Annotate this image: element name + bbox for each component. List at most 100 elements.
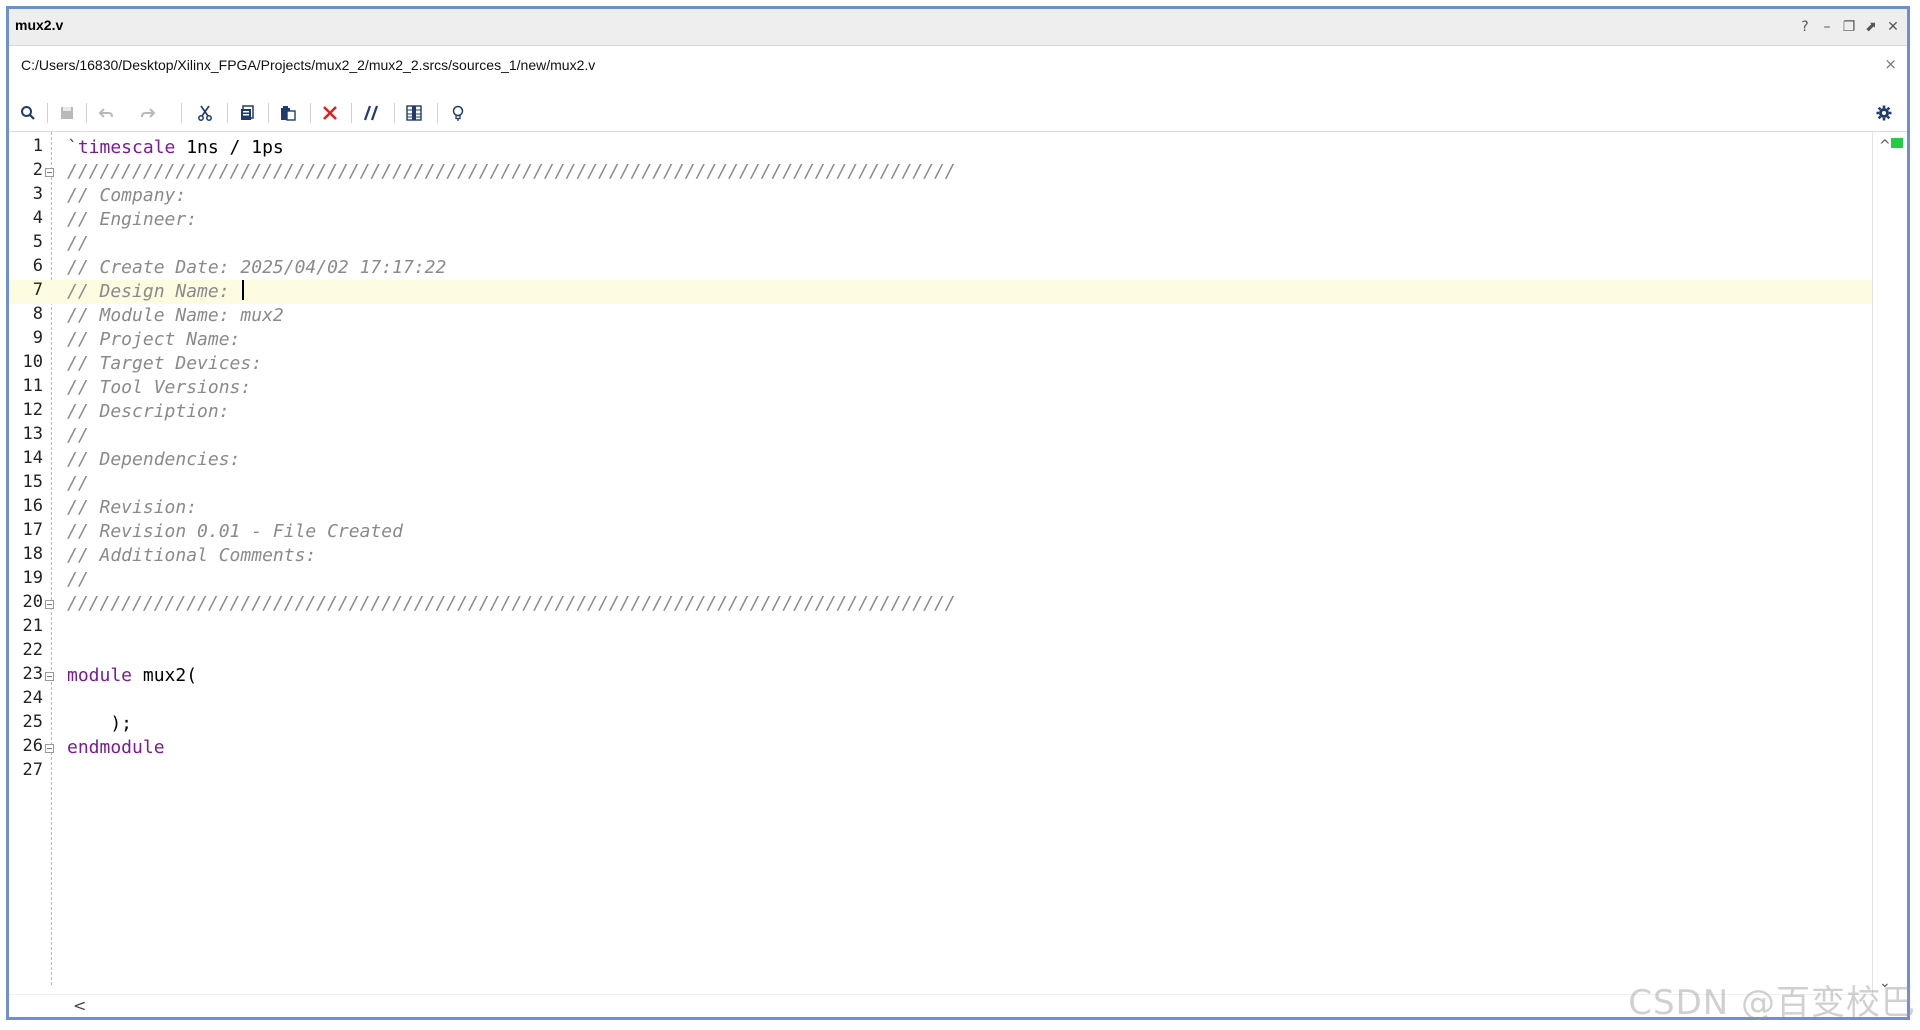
code-area[interactable]: 1 `timescale 1ns / 1ps 2//////////////////…	[9, 136, 1873, 784]
save-icon[interactable]	[52, 99, 82, 127]
help-icon[interactable]: ?	[1795, 17, 1815, 37]
code-line[interactable]: 14 // Dependencies:	[9, 448, 1873, 472]
code-line[interactable]: 25 );	[9, 712, 1873, 736]
cut-icon[interactable]	[190, 99, 220, 127]
line-number: 14	[22, 448, 43, 468]
code-line[interactable]: 7 // Design Name:	[9, 280, 1873, 304]
window-controls: ? – ❐ ⬈ ✕	[1795, 17, 1903, 37]
line-number: 15	[22, 472, 43, 492]
fold-toggle-icon[interactable]	[45, 600, 54, 609]
code-text: endmodule	[67, 737, 165, 758]
column-select-icon[interactable]	[399, 99, 429, 127]
code-line[interactable]: 5 //	[9, 232, 1873, 256]
code-text: ////////////////////////////////////////…	[67, 161, 956, 182]
watermark: CSDN @百变校巴	[1628, 983, 1916, 1023]
file-path-bar: C:/Users/16830/Desktop/Xilinx_FPGA/Proje…	[9, 46, 1907, 84]
code-text: // Tool Versions:	[67, 377, 252, 398]
scroll-left-icon[interactable]: <	[73, 996, 86, 1015]
line-number: 10	[22, 352, 43, 372]
code-line[interactable]: 3 // Company:	[9, 184, 1873, 208]
search-icon[interactable]	[13, 99, 43, 127]
editor-toolbar	[9, 95, 1907, 132]
line-number: 12	[22, 400, 43, 420]
line-number: 8	[32, 304, 43, 324]
code-text: // Design Name:	[67, 280, 245, 304]
minimize-icon[interactable]: –	[1817, 17, 1837, 37]
restore-icon[interactable]: ❐	[1839, 17, 1859, 37]
line-number: 1	[32, 136, 43, 156]
file-path: C:/Users/16830/Desktop/Xilinx_FPGA/Proje…	[21, 57, 596, 73]
code-text: module mux2(	[67, 665, 198, 686]
code-line[interactable]: 13 //	[9, 424, 1873, 448]
line-number: 5	[32, 232, 43, 252]
comment-toggle-icon[interactable]	[357, 99, 387, 127]
code-line[interactable]: 6 // Create Date: 2025/04/02 17:17:22	[9, 256, 1873, 280]
line-number: 24	[22, 688, 43, 708]
code-line[interactable]: 21	[9, 616, 1873, 640]
code-line[interactable]: 16 // Revision:	[9, 496, 1873, 520]
code-text: // Company:	[67, 185, 187, 206]
code-line[interactable]: 10 // Target Devices:	[9, 352, 1873, 376]
code-text: );	[67, 713, 133, 734]
code-text: //	[67, 569, 89, 590]
line-number: 11	[22, 376, 43, 396]
code-text: // Project Name:	[67, 329, 241, 350]
line-number: 27	[22, 760, 43, 780]
editor-window: mux2.v ? – ❐ ⬈ ✕ C:/Users/16830/Desktop/…	[6, 6, 1910, 1020]
code-line[interactable]: 23 module mux2(	[9, 664, 1873, 688]
code-text: // Additional Comments:	[67, 545, 317, 566]
paste-icon[interactable]	[273, 99, 303, 127]
scroll-up-icon[interactable]: ^	[1879, 138, 1891, 154]
line-number: 7	[32, 280, 43, 300]
lightbulb-icon[interactable]	[443, 99, 473, 127]
line-number: 4	[32, 208, 43, 228]
code-line[interactable]: 15 //	[9, 472, 1873, 496]
line-number: 17	[22, 520, 43, 540]
code-line[interactable]: 11 // Tool Versions:	[9, 376, 1873, 400]
line-number: 3	[32, 184, 43, 204]
vertical-scrollbar[interactable]: ^ ⌄	[1872, 132, 1907, 995]
delete-icon[interactable]	[315, 99, 345, 127]
code-line[interactable]: 2 ///////////////////////////////////////…	[9, 160, 1873, 184]
close-icon[interactable]: ✕	[1883, 17, 1903, 37]
line-number: 23	[22, 664, 43, 684]
fold-toggle-icon[interactable]	[45, 672, 54, 681]
code-text: // Description:	[67, 401, 230, 422]
close-file-icon[interactable]: ×	[1884, 55, 1897, 73]
code-line[interactable]: 9 // Project Name:	[9, 328, 1873, 352]
code-line[interactable]: 17 // Revision 0.01 - File Created	[9, 520, 1873, 544]
code-text: // Dependencies:	[67, 449, 241, 470]
line-number: 21	[22, 616, 43, 636]
title-bar: mux2.v ? – ❐ ⬈ ✕	[9, 9, 1907, 46]
line-number: 22	[22, 640, 43, 660]
code-line[interactable]: 1 `timescale 1ns / 1ps	[9, 136, 1873, 160]
code-text: // Target Devices:	[67, 353, 263, 374]
code-text: // Create Date: 2025/04/02 17:17:22	[67, 257, 447, 278]
line-number: 6	[32, 256, 43, 276]
copy-icon[interactable]	[232, 99, 262, 127]
code-editor[interactable]: 1 `timescale 1ns / 1ps 2//////////////////…	[9, 132, 1907, 995]
float-icon[interactable]: ⬈	[1861, 17, 1881, 37]
fold-toggle-icon[interactable]	[45, 744, 54, 753]
code-line[interactable]: 27	[9, 760, 1873, 784]
line-number: 13	[22, 424, 43, 444]
code-line[interactable]: 18 // Additional Comments:	[9, 544, 1873, 568]
code-line[interactable]: 8 // Module Name: mux2	[9, 304, 1873, 328]
code-line[interactable]: 26 endmodule	[9, 736, 1873, 760]
code-line[interactable]: 4 // Engineer:	[9, 208, 1873, 232]
redo-icon[interactable]	[133, 99, 163, 127]
code-line[interactable]: 20 //////////////////////////////////////…	[9, 592, 1873, 616]
code-text: //	[67, 473, 89, 494]
code-line[interactable]: 19 //	[9, 568, 1873, 592]
fold-toggle-icon[interactable]	[45, 168, 54, 177]
code-line[interactable]: 22	[9, 640, 1873, 664]
code-text: // Revision 0.01 - File Created	[67, 521, 403, 542]
status-marker	[1891, 138, 1903, 148]
line-number: 26	[22, 736, 43, 756]
gear-icon[interactable]	[1869, 99, 1899, 127]
horizontal-scrollbar[interactable]: <	[9, 994, 1873, 1017]
undo-icon[interactable]	[91, 99, 121, 127]
code-line[interactable]: 12 // Description:	[9, 400, 1873, 424]
code-line[interactable]: 24	[9, 688, 1873, 712]
line-number: 2	[32, 160, 43, 180]
